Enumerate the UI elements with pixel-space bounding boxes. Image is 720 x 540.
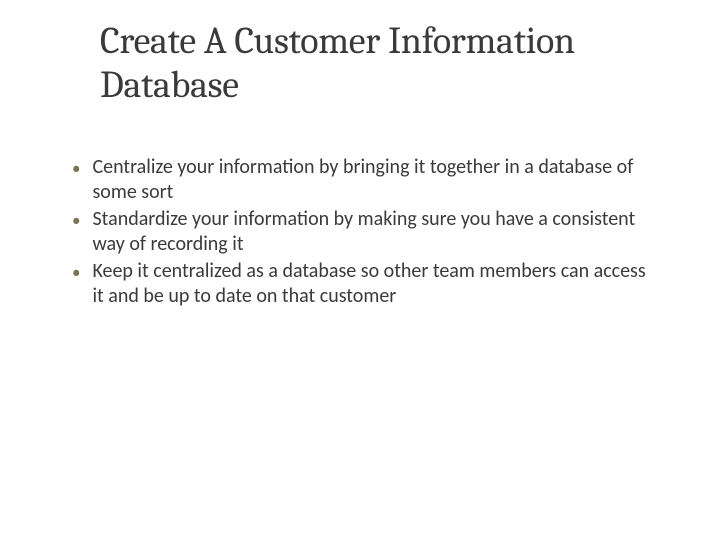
bullet-list: • Centralize your information by bringin…	[72, 155, 660, 309]
slide-content: • Centralize your information by bringin…	[72, 155, 660, 309]
slide-container: Create A Customer Information Database •…	[0, 0, 720, 540]
bullet-text: Centralize your information by bringing …	[92, 155, 660, 205]
bullet-item: • Keep it centralized as a database so o…	[72, 259, 660, 309]
bullet-marker-icon: •	[72, 158, 80, 179]
bullet-marker-icon: •	[72, 262, 80, 283]
bullet-item: • Centralize your information by bringin…	[72, 155, 660, 205]
bullet-item: • Standardize your information by making…	[72, 207, 660, 257]
slide-title: Create A Customer Information Database	[100, 20, 720, 107]
bullet-text: Keep it centralized as a database so oth…	[92, 259, 660, 309]
bullet-text: Standardize your information by making s…	[92, 207, 660, 257]
bullet-marker-icon: •	[72, 210, 80, 231]
